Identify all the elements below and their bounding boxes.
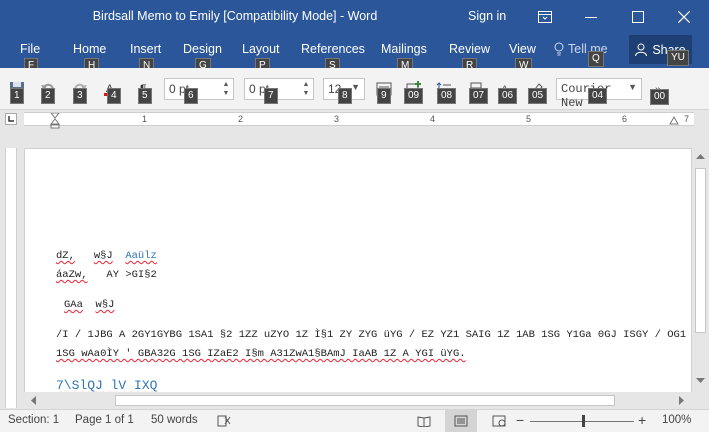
status-bar: Section: 1 Page 1 of 1 50 words − + 100%: [0, 409, 709, 432]
keytip-styles: 9: [377, 88, 391, 104]
ribbon-display-icon: [538, 11, 552, 23]
tab-review[interactable]: Review: [449, 42, 490, 56]
keytip-format-painter: 07: [469, 88, 489, 104]
scroll-left-icon[interactable]: [30, 396, 36, 405]
keytip-share: YU: [667, 50, 689, 66]
keytip-paragraph: 5: [138, 88, 152, 104]
memo-line-from: áaZw, AY >GI§2: [56, 269, 157, 281]
scroll-up-icon[interactable]: [696, 153, 705, 159]
section-indicator[interactable]: Section: 1: [8, 414, 59, 426]
tab-view[interactable]: View: [509, 42, 536, 56]
tab-home[interactable]: Home: [73, 42, 106, 56]
horizontal-scroll-thumb[interactable]: [115, 395, 615, 406]
right-indent-marker-icon[interactable]: [669, 115, 679, 125]
window-title: Birdsall Memo to Emily [Compatibility Mo…: [92, 9, 378, 23]
maximize-icon: [632, 11, 644, 23]
zoom-level[interactable]: 100%: [662, 414, 691, 426]
document-heading: 7\SlQJ lV IXQ: [56, 378, 158, 393]
keytip-spacing-before: 6: [184, 88, 198, 104]
memo-value: Aaülz: [125, 250, 157, 262]
keytip-save: 1: [10, 88, 24, 104]
ruler-number: 5: [526, 114, 532, 124]
chevron-down-icon: ▼: [351, 82, 360, 92]
scroll-down-icon[interactable]: [696, 378, 705, 384]
ribbon-tabs: File Home Insert Design Layout Reference…: [0, 34, 709, 74]
vertical-scroll-thumb[interactable]: [695, 168, 706, 333]
zoom-in-button[interactable]: +: [638, 412, 646, 428]
spacing-before-spinner[interactable]: ▲ ▼: [221, 80, 231, 98]
read-mode-icon[interactable]: [417, 415, 431, 427]
keytip-redo: 3: [73, 88, 87, 104]
vertical-ruler: [0, 128, 18, 408]
scroll-right-icon[interactable]: [679, 396, 685, 405]
keytip-font-name: 04: [588, 88, 608, 104]
page-indicator[interactable]: Page 1 of 1: [75, 414, 134, 426]
ruler-strip: 1 2 3 4 5 6 7: [24, 112, 694, 126]
zoom-out-button[interactable]: −: [516, 412, 524, 428]
maximize-button[interactable]: [615, 0, 661, 34]
horizontal-ruler[interactable]: 1 2 3 4 5 6 7: [0, 110, 709, 129]
tab-mailings[interactable]: Mailings: [381, 42, 427, 56]
memo-line-to: dZ, w§J Aaülz: [56, 250, 157, 262]
keytip-highlight: 05: [528, 88, 548, 104]
word-count[interactable]: 50 words: [151, 414, 198, 426]
tab-file[interactable]: File: [20, 42, 40, 56]
indent-marker-icon[interactable]: [50, 113, 60, 129]
memo-line-re: GAa w§J: [64, 299, 114, 311]
memo-label: GAa: [64, 299, 83, 311]
zoom-slider-thumb[interactable]: [582, 415, 585, 427]
spacing-after-spinner[interactable]: ▲ ▼: [301, 80, 311, 98]
body-paragraph-line-1: /I / 1JBG A 2GY1GYBG 1SA1 §2 1ZZ uZYO 1Z…: [56, 329, 692, 341]
keytip-font-size: 8: [338, 88, 352, 104]
sign-in-link[interactable]: Sign in: [468, 9, 506, 23]
vertical-ruler-strip: [5, 148, 17, 408]
keytip-more-commands: 00: [650, 89, 670, 105]
vertical-scrollbar[interactable]: [692, 148, 709, 394]
print-layout-button[interactable]: [445, 410, 477, 432]
keytip-tell-me: Q: [588, 51, 604, 67]
minimize-icon: [585, 17, 597, 18]
tab-layout[interactable]: Layout: [242, 42, 280, 56]
tab-references[interactable]: References: [301, 42, 365, 56]
keytip-insert-comment: 09: [404, 88, 424, 104]
proofing-icon[interactable]: [217, 415, 231, 428]
ruler-number: 4: [430, 114, 436, 124]
horizontal-scrollbar[interactable]: [24, 392, 692, 409]
body-paragraph-line-2: 1SG wAa0ÌY ' GBA32G 1SG IZaE2 I§m A31ZwA…: [56, 348, 466, 360]
web-layout-icon[interactable]: [492, 415, 506, 427]
keytip-spacing-after: 7: [264, 88, 278, 104]
tab-design[interactable]: Design: [183, 42, 222, 56]
keytip-clear-formatting: 06: [498, 88, 518, 104]
tab-selector-icon[interactable]: [5, 113, 17, 125]
close-button[interactable]: [661, 0, 707, 34]
keytip-undo: 2: [41, 88, 55, 104]
keytip-font-color: 4: [107, 88, 121, 104]
quick-access-toolbar: A ¶ 0 pt ▲▼ 0 pt ▲▼ 12 ▼ A Courier New ▼…: [0, 68, 709, 110]
ruler-number: 6: [622, 114, 628, 124]
document-page[interactable]: dZ, w§J Aaülz áaZw, AY >GI§2 GAa w§J /I …: [24, 148, 692, 394]
ribbon-display-options-button[interactable]: [522, 0, 568, 34]
title-bar: Birdsall Memo to Emily [Compatibility Mo…: [0, 0, 709, 34]
person-icon: [635, 43, 648, 56]
chevron-down-icon: ▼: [628, 82, 637, 92]
ruler-number: 2: [238, 114, 244, 124]
ruler-number: 7: [684, 114, 690, 124]
memo-value: w§J: [93, 250, 113, 262]
print-layout-icon: [454, 415, 468, 427]
lightbulb-icon: [554, 42, 564, 56]
memo-value: AY >GI§2: [106, 269, 157, 281]
close-icon: [678, 11, 690, 23]
memo-label: dZ,: [56, 250, 75, 262]
memo-label: áaZw,: [56, 269, 88, 281]
tab-insert[interactable]: Insert: [130, 42, 161, 56]
ruler-number: 1: [142, 114, 148, 124]
spacing-before-input[interactable]: 0 pt ▲ ▼: [164, 78, 234, 100]
memo-value: w§J: [95, 299, 115, 311]
ruler-number: 3: [334, 114, 340, 124]
keytip-line-spacing: 08: [437, 88, 457, 104]
minimize-button[interactable]: [568, 0, 614, 34]
spacing-after-input[interactable]: 0 pt ▲ ▼: [244, 78, 314, 100]
